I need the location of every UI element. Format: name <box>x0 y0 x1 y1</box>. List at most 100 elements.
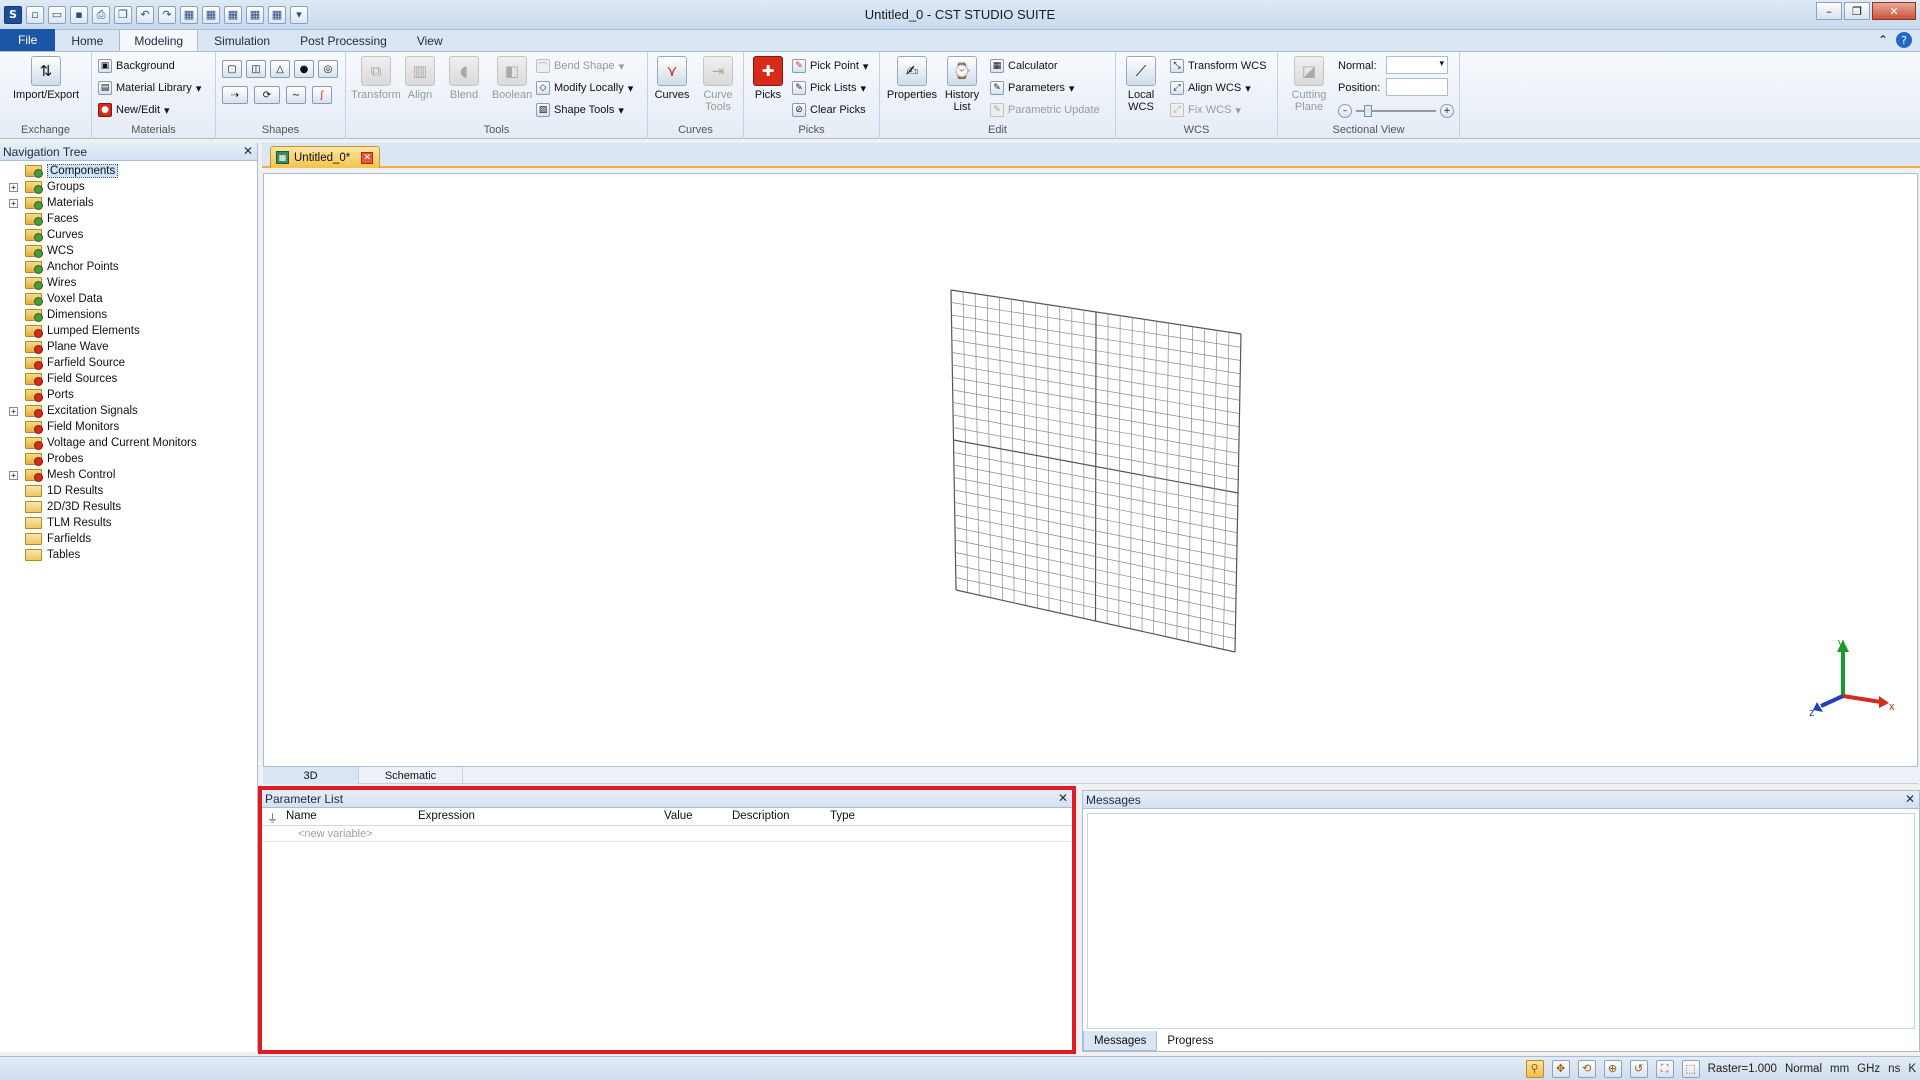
new-edit-material-button[interactable]: ● New/Edit ▾ <box>98 101 170 119</box>
close-icon[interactable]: ✕ <box>361 151 374 164</box>
tree-item[interactable]: 1D Results <box>0 483 257 499</box>
tree-item[interactable]: + Mesh Control <box>0 467 257 483</box>
tree-item[interactable]: Tables <box>0 547 257 563</box>
tree-item[interactable]: Voxel Data <box>0 291 257 307</box>
tree-item[interactable]: + Excitation Signals <box>0 403 257 419</box>
picks-button[interactable]: ✚ Picks <box>746 56 790 118</box>
tree-item[interactable]: Anchor Points <box>0 259 257 275</box>
torus-icon[interactable]: ◎ <box>318 60 338 78</box>
messages-body[interactable] <box>1087 813 1915 1029</box>
expand-icon[interactable]: + <box>9 406 18 416</box>
calculator-button[interactable]: ▦ Calculator <box>990 57 1058 75</box>
rotate-view-icon[interactable]: ⟲ <box>1577 1059 1596 1078</box>
document-tab[interactable]: ▦ Untitled_0* ✕ <box>270 146 380 168</box>
expand-icon[interactable]: + <box>9 470 18 480</box>
brick-icon[interactable]: ▢ <box>222 60 242 78</box>
tree-item[interactable]: Faces <box>0 211 257 227</box>
tab-view[interactable]: View <box>403 31 457 51</box>
clear-picks-button[interactable]: ⊘ Clear Picks <box>792 101 866 119</box>
history-list-button[interactable]: ⌚ History List <box>938 56 986 118</box>
help-icon[interactable]: ? <box>1896 32 1912 48</box>
tab-messages[interactable]: Messages <box>1083 1031 1158 1051</box>
tab-simulation[interactable]: Simulation <box>200 31 284 51</box>
close-button[interactable]: ✕ <box>1872 2 1916 20</box>
tree-item[interactable]: WCS <box>0 243 257 259</box>
tree-item[interactable]: Probes <box>0 451 257 467</box>
align-button[interactable]: ▥ Align <box>398 56 442 118</box>
local-wcs-button[interactable]: ⟋ Local WCS <box>1118 56 1164 118</box>
open-icon[interactable]: ▭ <box>48 5 66 24</box>
tab-3d[interactable]: 3D <box>263 767 359 784</box>
column-description[interactable]: Description <box>732 810 790 822</box>
macro-icon-2[interactable]: ▦ <box>202 5 220 24</box>
normal-select[interactable]: ▾ <box>1386 56 1448 74</box>
background-button[interactable]: ▣ Background <box>98 57 175 75</box>
tree-item[interactable]: Wires <box>0 275 257 291</box>
print-icon[interactable]: ⎙ <box>92 5 110 24</box>
align-wcs-button[interactable]: ⤢ Align WCS ▾ <box>1170 79 1251 97</box>
properties-button[interactable]: ✍ Properties <box>884 56 940 118</box>
cone-icon[interactable]: △ <box>270 60 290 78</box>
tree-item[interactable]: + Groups <box>0 179 257 195</box>
parametric-update-button[interactable]: ✎ Parametric Update <box>990 101 1100 119</box>
position-slider[interactable]: – + <box>1338 102 1454 120</box>
curve-tools-button[interactable]: ⇥ Curve Tools <box>694 56 742 118</box>
extrude-icon[interactable]: ⇢ <box>222 86 248 104</box>
slider-track[interactable] <box>1356 105 1436 117</box>
close-icon[interactable]: ✕ <box>243 144 253 158</box>
tab-file[interactable]: File <box>0 29 56 51</box>
curves-button[interactable]: ⋎ Curves <box>650 56 694 118</box>
reset-view-icon[interactable]: ↺ <box>1629 1059 1648 1078</box>
tree-item[interactable]: Farfield Source <box>0 355 257 371</box>
tree-item[interactable]: Dimensions <box>0 307 257 323</box>
tab-home[interactable]: Home <box>57 31 117 51</box>
fit-view-icon[interactable]: ⛶ <box>1655 1059 1674 1078</box>
sweep-icon[interactable]: ʃ <box>312 86 332 104</box>
slider-thumb[interactable] <box>1364 105 1372 117</box>
minimize-button[interactable]: – <box>1816 2 1842 20</box>
tree-item[interactable]: Lumped Elements <box>0 323 257 339</box>
column-expression[interactable]: Expression <box>418 810 475 822</box>
loft-icon[interactable]: ∼ <box>286 86 306 104</box>
macro-icon[interactable]: ▦ <box>180 5 198 24</box>
pan-icon[interactable]: ✥ <box>1551 1059 1570 1078</box>
new-icon[interactable]: ▫ <box>26 5 44 24</box>
macro-icon-5[interactable]: ▦ <box>268 5 286 24</box>
tab-progress[interactable]: Progress <box>1157 1031 1223 1051</box>
pick-lists-button[interactable]: ✎ Pick Lists ▾ <box>792 79 866 97</box>
tree-item[interactable]: 2D/3D Results <box>0 499 257 515</box>
zoom-icon[interactable]: ⊕ <box>1603 1059 1622 1078</box>
collapse-ribbon-icon[interactable]: ⌃ <box>1878 33 1888 47</box>
blend-button[interactable]: ◖ Blend <box>442 56 486 118</box>
filter-icon[interactable]: ⏚ <box>267 810 279 825</box>
view-cube-icon[interactable]: ⬚ <box>1681 1059 1700 1078</box>
macro-icon-3[interactable]: ▦ <box>224 5 242 24</box>
undo-icon[interactable]: ↶ <box>136 5 154 24</box>
expand-icon[interactable]: + <box>9 198 18 208</box>
cylinder-icon[interactable]: ◫ <box>246 60 266 78</box>
bend-shape-button[interactable]: ⌒ Bend Shape ▾ <box>536 57 624 75</box>
tree-item[interactable]: Curves <box>0 227 257 243</box>
column-value[interactable]: Value <box>664 810 693 822</box>
tree-item[interactable]: Plane Wave <box>0 339 257 355</box>
close-icon[interactable]: ✕ <box>1058 791 1068 805</box>
fix-wcs-button[interactable]: ⤢ Fix WCS ▾ <box>1170 101 1241 119</box>
boolean-button[interactable]: ◧ Boolean <box>486 56 538 118</box>
material-library-button[interactable]: ▤ Material Library ▾ <box>98 79 201 97</box>
close-icon[interactable]: ✕ <box>1905 792 1915 806</box>
redo-icon[interactable]: ↷ <box>158 5 176 24</box>
cutting-plane-button[interactable]: ◪ Cutting Plane <box>1282 56 1336 118</box>
customize-icon[interactable]: ▾ <box>290 5 308 24</box>
tree-item[interactable]: Components <box>0 163 257 179</box>
select-icon[interactable]: ⚲ <box>1525 1059 1544 1078</box>
zoom-out-icon[interactable]: – <box>1338 104 1352 118</box>
modify-locally-button[interactable]: ◇ Modify Locally ▾ <box>536 79 633 97</box>
shape-tools-button[interactable]: ▨ Shape Tools ▾ <box>536 101 624 119</box>
tree-item[interactable]: Ports <box>0 387 257 403</box>
tree-item[interactable]: TLM Results <box>0 515 257 531</box>
import-export-button[interactable]: ⇅ Import/Export <box>6 56 86 118</box>
tree-item[interactable]: Field Monitors <box>0 419 257 435</box>
copy-icon[interactable]: ❐ <box>114 5 132 24</box>
app-icon[interactable]: S <box>4 5 22 24</box>
column-name[interactable]: Name <box>286 810 317 822</box>
